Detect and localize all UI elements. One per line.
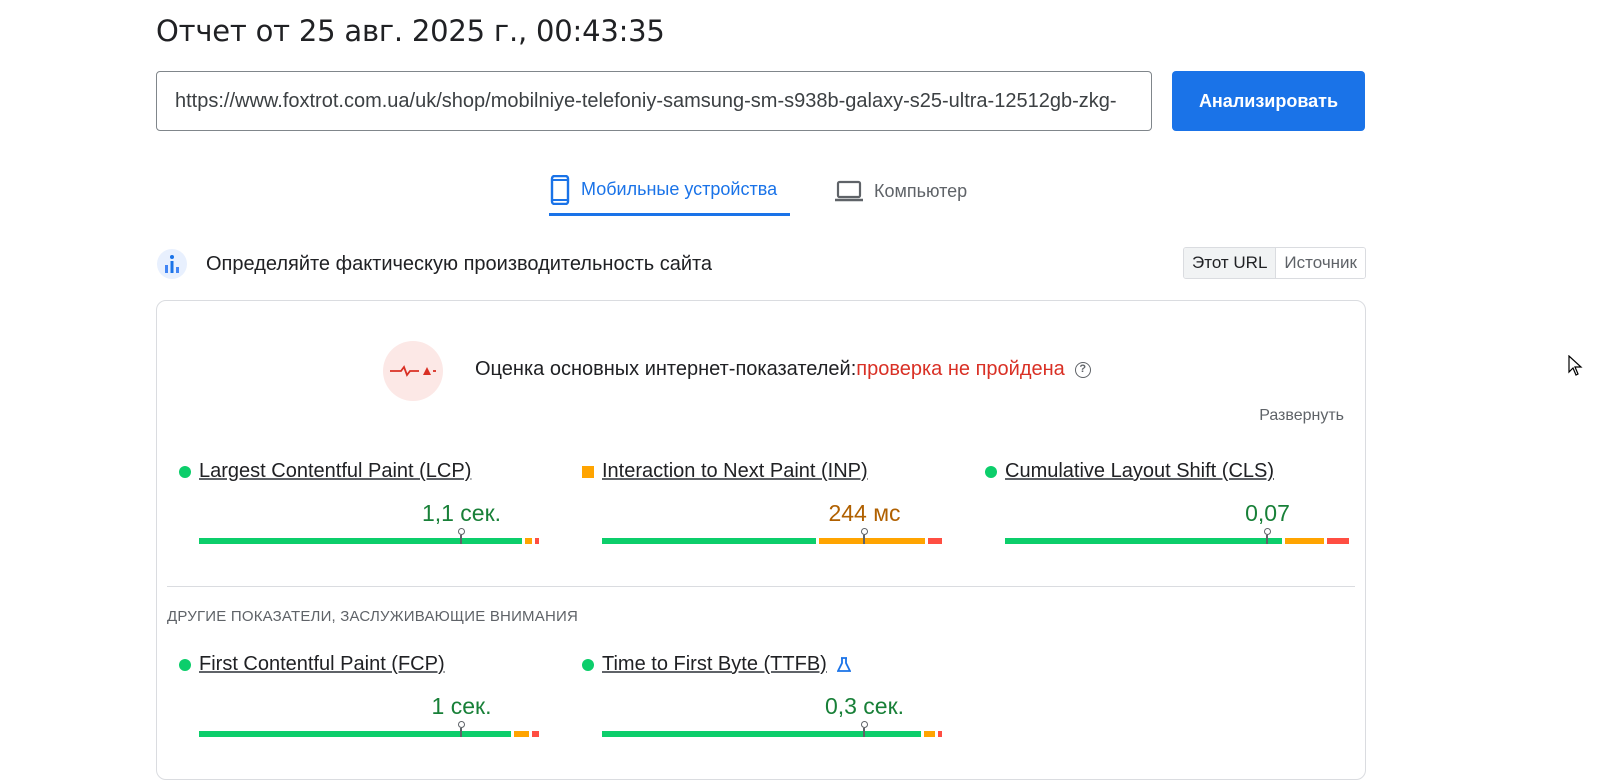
poor-segment xyxy=(938,731,942,737)
crux-header: Определяйте фактическую производительнос… xyxy=(156,247,1366,281)
good-segment xyxy=(602,731,921,737)
metric-name-link[interactable]: Interaction to Next Paint (INP) xyxy=(602,460,868,483)
average-segment xyxy=(1285,538,1324,544)
distribution-bar xyxy=(199,721,549,737)
expand-link[interactable]: Развернуть xyxy=(1259,407,1344,425)
smartphone-icon xyxy=(549,174,571,205)
good-segment xyxy=(199,538,522,544)
other-metrics-label: ДРУГИЕ ПОКАЗАТЕЛИ, ЗАСЛУЖИВАЮЩИЕ ВНИМАНИ… xyxy=(167,608,579,625)
poor-segment xyxy=(531,731,539,737)
metric-header: Largest Contentful Paint (LCP) xyxy=(179,460,549,483)
distribution-bar xyxy=(602,721,952,737)
good-indicator-icon xyxy=(985,465,997,478)
average-segment xyxy=(524,538,532,544)
metric-value: 0,3 сек. xyxy=(824,693,905,719)
assessment-line: Оценка основных интернет-показателей: про… xyxy=(475,358,1091,381)
mouse-cursor-icon xyxy=(1568,354,1584,377)
laptop-icon xyxy=(834,179,864,203)
p75-marker xyxy=(1263,528,1272,544)
average-segment xyxy=(924,731,935,737)
poor-segment xyxy=(927,538,942,544)
p75-marker xyxy=(860,528,869,544)
metric-other_metrics-1: Time to First Byte (TTFB) 0,3 сек. xyxy=(582,653,952,737)
p75-marker xyxy=(457,528,466,544)
average-indicator-icon xyxy=(582,465,594,478)
flask-icon[interactable] xyxy=(836,656,852,673)
metric-core_metrics-2: Cumulative Layout Shift (CLS) 0,07 xyxy=(985,460,1355,544)
scope-toggle: Этот URL Источник xyxy=(1183,247,1366,279)
metric-value: 1,1 сек. xyxy=(421,500,502,526)
tab-desktop[interactable]: Компьютер xyxy=(834,166,967,216)
metric-header: First Contentful Paint (FCP) xyxy=(179,653,549,676)
metric-header: Cumulative Layout Shift (CLS) xyxy=(985,460,1355,483)
average-segment xyxy=(514,731,529,737)
metric-header: Interaction to Next Paint (INP) xyxy=(582,460,952,483)
toggle-origin[interactable]: Источник xyxy=(1276,248,1365,278)
good-segment xyxy=(1005,538,1282,544)
tab-desktop-label: Компьютер xyxy=(874,180,968,201)
metric-header: Time to First Byte (TTFB) xyxy=(582,653,952,676)
analyze-button[interactable]: Анализировать xyxy=(1172,71,1365,131)
metric-value: 0,07 xyxy=(1245,500,1290,526)
metric-name-link[interactable]: Time to First Byte (TTFB) xyxy=(602,653,827,676)
good-indicator-icon xyxy=(582,658,594,671)
metric-name-link[interactable]: First Contentful Paint (FCP) xyxy=(199,653,445,676)
distribution-bar xyxy=(199,528,549,544)
poor-segment xyxy=(1327,538,1349,544)
crux-heading: Определяйте фактическую производительнос… xyxy=(206,252,713,275)
good-indicator-icon xyxy=(179,465,191,478)
url-input[interactable] xyxy=(156,71,1152,131)
distribution-bar xyxy=(602,528,952,544)
tab-mobile[interactable]: Мобильные устройства xyxy=(549,166,790,216)
metric-core_metrics-1: Interaction to Next Paint (INP) 244 мс xyxy=(582,460,952,544)
failed-assessment-icon xyxy=(383,341,443,401)
cwv-panel: Оценка основных интернет-показателей: про… xyxy=(156,300,1366,780)
distribution-bar xyxy=(1005,528,1355,544)
metric-name-link[interactable]: Largest Contentful Paint (LCP) xyxy=(199,460,471,483)
poor-segment xyxy=(535,538,539,544)
report-title: Отчет от 25 авг. 2025 г., 00:43:35 xyxy=(156,14,665,48)
help-icon[interactable]: ? xyxy=(1074,361,1091,378)
metric-value: 1 сек. xyxy=(431,693,492,719)
divider xyxy=(167,586,1355,587)
p75-marker xyxy=(860,721,869,737)
good-indicator-icon xyxy=(179,658,191,671)
metric-core_metrics-0: Largest Contentful Paint (LCP) 1,1 сек. xyxy=(179,460,549,544)
metric-other_metrics-0: First Contentful Paint (FCP) 1 сек. xyxy=(179,653,549,737)
tab-mobile-label: Мобильные устройства xyxy=(581,179,778,199)
toggle-this-url[interactable]: Этот URL xyxy=(1184,248,1277,278)
average-segment xyxy=(819,538,925,544)
metric-name-link[interactable]: Cumulative Layout Shift (CLS) xyxy=(1005,460,1274,483)
metric-value: 244 мс xyxy=(828,500,901,526)
good-segment xyxy=(602,538,816,544)
crux-chart-icon xyxy=(156,248,188,280)
p75-marker xyxy=(457,721,466,737)
assessment-status: проверка не пройдена xyxy=(856,358,1065,380)
assessment-label: Оценка основных интернет-показателей: xyxy=(475,358,857,380)
